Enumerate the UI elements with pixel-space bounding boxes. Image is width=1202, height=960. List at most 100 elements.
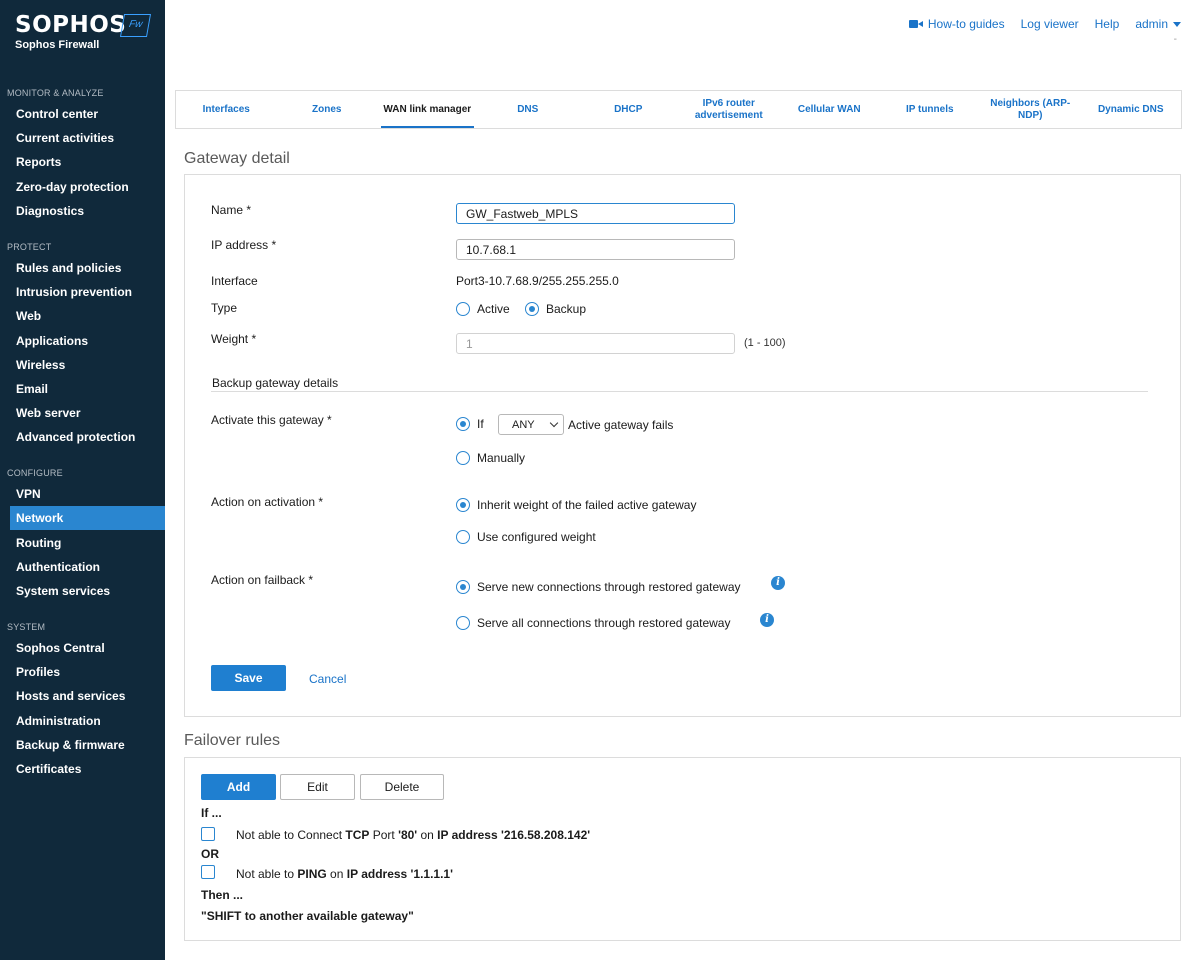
radio-unchecked-icon — [456, 451, 470, 465]
sidebar-item-advanced-protection[interactable]: Advanced protection — [10, 425, 165, 449]
sidebar-item-current-activities[interactable]: Current activities — [10, 126, 165, 150]
type-label: Type — [211, 301, 238, 315]
edit-rule-button[interactable]: Edit — [280, 774, 355, 800]
cancel-button[interactable]: Cancel — [309, 672, 346, 686]
sidebar-item-profiles[interactable]: Profiles — [10, 660, 165, 684]
topbar: How-to guides Log viewer Help admin — [908, 17, 1181, 31]
sidebar-item-vpn[interactable]: VPN — [10, 482, 165, 506]
tab-dynamic-dns[interactable]: Dynamic DNS — [1081, 91, 1182, 128]
info-icon[interactable]: i — [771, 576, 785, 590]
activate-manually-radio[interactable]: Manually — [456, 451, 525, 465]
failover-rules-panel: Add Edit Delete If ... Not able to Conne… — [184, 757, 1181, 941]
ip-address-input[interactable] — [456, 239, 735, 260]
sidebar-item-zero-day-protection[interactable]: Zero-day protection — [10, 175, 165, 199]
serve-all-connections-radio[interactable]: Serve all connections through restored g… — [456, 616, 730, 630]
sidebar-item-network[interactable]: Network — [10, 506, 165, 530]
section-monitor: MONITOR & ANALYZE — [7, 88, 104, 98]
add-rule-button[interactable]: Add — [201, 774, 276, 800]
sidebar-item-email[interactable]: Email — [10, 377, 165, 401]
sidebar-item-routing[interactable]: Routing — [10, 531, 165, 555]
sidebar-item-authentication[interactable]: Authentication — [10, 555, 165, 579]
tab-dns[interactable]: DNS — [478, 91, 579, 128]
info-icon[interactable]: i — [760, 613, 774, 627]
sidebar-item-certificates[interactable]: Certificates — [10, 757, 165, 781]
sidebar-item-diagnostics[interactable]: Diagnostics — [10, 199, 165, 223]
sidebar-item-rules-and-policies[interactable]: Rules and policies — [10, 256, 165, 280]
rule1-port: '80' — [398, 828, 418, 842]
name-input[interactable] — [456, 203, 735, 224]
sidebar-item-intrusion-prevention[interactable]: Intrusion prevention — [10, 280, 165, 304]
if-label: If ... — [201, 806, 222, 820]
rule1-proto: TCP — [345, 828, 370, 842]
rule2-text: Not able to PING on IP address '1.1.1.1' — [236, 867, 453, 881]
brand-name: SOPHOS — [15, 12, 127, 38]
activate-manually-label: Manually — [477, 451, 526, 465]
rule1-checkbox[interactable] — [201, 827, 215, 841]
use-configured-weight-label: Use configured weight — [477, 530, 596, 544]
type-backup-radio[interactable]: Backup — [525, 302, 586, 316]
sidebar-item-administration[interactable]: Administration — [10, 709, 165, 733]
then-label: Then ... — [201, 888, 243, 902]
section-configure: CONFIGURE — [7, 468, 63, 478]
firewall-logo-icon: Fw — [119, 14, 152, 37]
rule2-checkbox[interactable] — [201, 865, 215, 879]
sidebar-item-wireless[interactable]: Wireless — [10, 353, 165, 377]
tab-zones[interactable]: Zones — [277, 91, 378, 128]
activate-if-label: If — [477, 417, 484, 431]
sidebar: SOPHOS Sophos Firewall Fw MONITOR & ANAL… — [0, 0, 165, 960]
gateway-detail-panel: Name * IP address * Interface Port3-10.7… — [184, 174, 1181, 717]
sidebar-item-web[interactable]: Web — [10, 304, 165, 328]
serve-new-connections-radio[interactable]: Serve new connections through restored g… — [456, 580, 741, 594]
rule1-prefix: Not able to Connect — [236, 828, 346, 842]
activate-if-radio[interactable]: If — [456, 417, 484, 431]
action-on-activation-label: Action on activation * — [211, 495, 324, 509]
use-configured-weight-radio[interactable]: Use configured weight — [456, 530, 596, 544]
sidebar-item-reports[interactable]: Reports — [10, 150, 165, 174]
sidebar-item-applications[interactable]: Applications — [10, 329, 165, 353]
activate-gateway-select-value: ANY — [512, 418, 535, 431]
rule1-ip-label: IP address — [437, 828, 498, 842]
or-label: OR — [201, 847, 219, 861]
log-viewer-link[interactable]: Log viewer — [1021, 17, 1079, 31]
admin-label: admin — [1135, 17, 1168, 31]
radio-checked-icon — [456, 580, 470, 594]
radio-unchecked-icon — [456, 302, 470, 316]
topbar-dash: - — [1173, 34, 1177, 45]
rule1-ip: '216.58.208.142' — [497, 828, 591, 842]
weight-label: Weight * — [211, 332, 257, 346]
sidebar-item-web-server[interactable]: Web server — [10, 401, 165, 425]
radio-unchecked-icon — [456, 530, 470, 544]
tab-dhcp[interactable]: DHCP — [578, 91, 679, 128]
sidebar-item-system-services[interactable]: System services — [10, 579, 165, 603]
type-active-radio[interactable]: Active — [456, 302, 510, 316]
ip-address-label: IP address * — [211, 238, 277, 252]
brand-product: Sophos Firewall — [15, 39, 100, 51]
sidebar-item-hosts-and-services[interactable]: Hosts and services — [10, 684, 165, 708]
weight-range-hint: (1 - 100) — [744, 337, 786, 349]
network-tabs: Interfaces Zones WAN link manager DNS DH… — [175, 90, 1182, 129]
admin-menu[interactable]: admin — [1135, 17, 1181, 31]
sidebar-item-control-center[interactable]: Control center — [10, 102, 165, 126]
type-active-label: Active — [477, 302, 510, 316]
tab-cellular-wan[interactable]: Cellular WAN — [779, 91, 880, 128]
sidebar-item-backup-firmware[interactable]: Backup & firmware — [10, 733, 165, 757]
rule2-ip: '1.1.1.1' — [407, 867, 453, 881]
howto-guides-link[interactable]: How-to guides — [908, 17, 1005, 31]
tab-ip-tunnels[interactable]: IP tunnels — [880, 91, 981, 128]
help-link[interactable]: Help — [1095, 17, 1120, 31]
interface-label: Interface — [211, 274, 258, 288]
section-protect: PROTECT — [7, 242, 52, 252]
sidebar-item-sophos-central[interactable]: Sophos Central — [10, 636, 165, 660]
tab-wan-link-manager[interactable]: WAN link manager — [377, 91, 478, 128]
activate-gateway-select[interactable]: ANY — [498, 414, 564, 435]
weight-input — [456, 333, 735, 354]
save-button[interactable]: Save — [211, 665, 286, 691]
delete-rule-button[interactable]: Delete — [360, 774, 444, 800]
brand: SOPHOS Sophos Firewall Fw — [15, 12, 152, 51]
tab-neighbors[interactable]: Neighbors (ARP-NDP) — [980, 91, 1081, 128]
failover-action: "SHIFT to another available gateway" — [201, 909, 414, 923]
inherit-weight-radio[interactable]: Inherit weight of the failed active gate… — [456, 498, 696, 512]
tab-ipv6-router-advertisement[interactable]: IPv6 router advertisement — [679, 91, 780, 128]
rule2-on: on — [326, 867, 347, 881]
tab-interfaces[interactable]: Interfaces — [176, 91, 277, 128]
